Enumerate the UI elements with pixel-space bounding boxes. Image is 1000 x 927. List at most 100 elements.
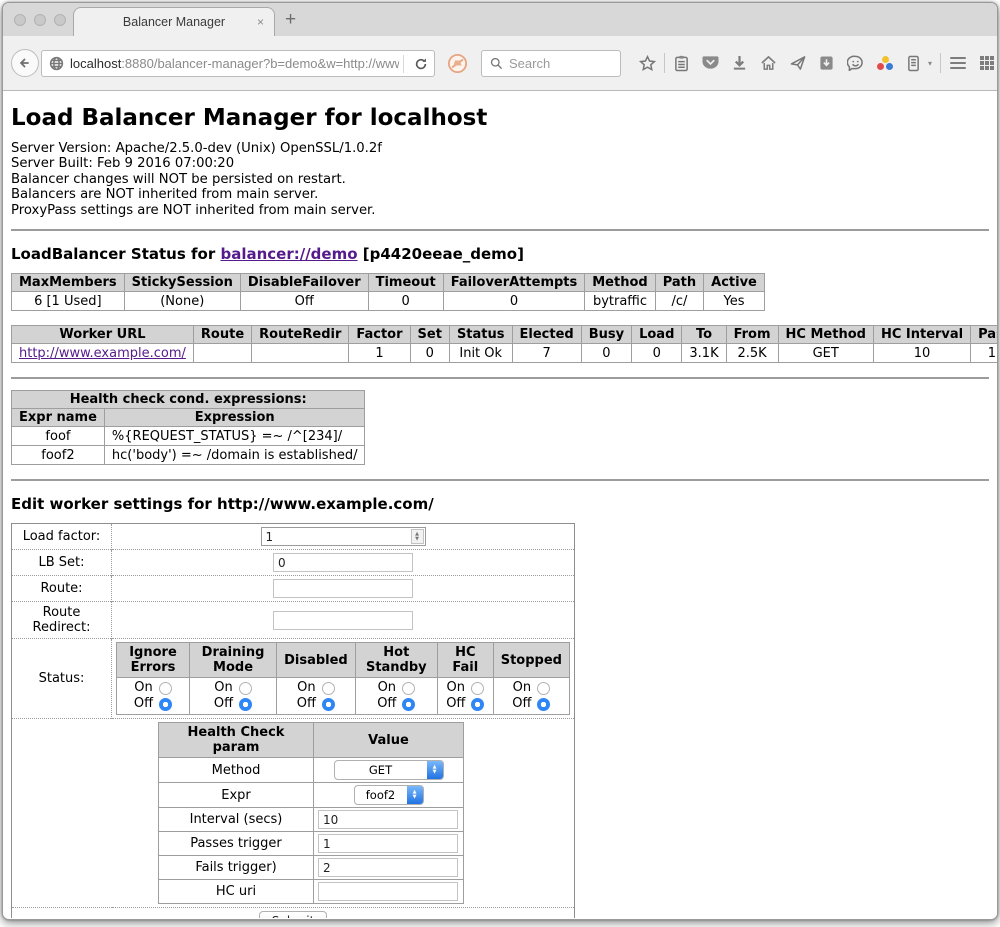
draining-mode-off-radio[interactable] <box>239 698 252 711</box>
page-content: Load Balancer Manager for localhost Serv… <box>3 91 997 918</box>
minimize-window-button[interactable] <box>34 14 46 26</box>
stopped-off-radio[interactable] <box>537 698 550 711</box>
column-header: Method <box>585 274 655 292</box>
disabled-on-radio[interactable] <box>322 682 335 695</box>
status-column-header: Ignore Errors <box>117 643 190 678</box>
feedback-smiley-icon[interactable] <box>841 55 870 71</box>
window-controls[interactable] <box>14 14 66 26</box>
form-label: Load factor: <box>12 524 112 550</box>
hc-fail-off-radio[interactable] <box>471 698 484 711</box>
hc-column-header: Health Check param <box>159 723 314 758</box>
bookmark-star-icon[interactable] <box>633 55 662 72</box>
sidebar-clipboard-icon[interactable] <box>899 55 928 72</box>
status-radio-cell: OnOff <box>493 678 569 715</box>
table-row: http://www.example.com/10Init Ok7003.1K2… <box>12 344 998 363</box>
table-cell: 0 <box>410 344 449 363</box>
edit-worker-form: Load factor:▲▼LB Set:Route:Route Redirec… <box>11 523 575 918</box>
balancer-demo-link[interactable]: balancer://demo <box>220 245 357 263</box>
toolbar-divider <box>664 53 665 73</box>
number-stepper[interactable]: ▲▼ <box>261 527 426 546</box>
status-cell: Ignore ErrorsDraining ModeDisabledHot St… <box>112 639 575 719</box>
reload-button[interactable] <box>408 57 434 71</box>
new-tab-button[interactable]: + <box>285 9 296 31</box>
radio-label: Off <box>214 696 233 712</box>
submit-button[interactable]: Submit <box>259 911 328 918</box>
back-button[interactable] <box>11 49 39 77</box>
selected-value: GET <box>335 761 427 779</box>
hc-column-header: Value <box>314 723 464 758</box>
save-panel-icon[interactable] <box>812 55 841 71</box>
radio-label: Off <box>134 696 153 712</box>
downloads-icon[interactable] <box>725 55 754 71</box>
apps-grid-icon[interactable] <box>972 56 998 70</box>
column-header: Factor <box>349 326 410 344</box>
route-redirect-input[interactable] <box>273 611 413 630</box>
hc-uri-input[interactable] <box>318 882 458 901</box>
reading-list-icon[interactable] <box>667 55 696 72</box>
disabled-off-radio[interactable] <box>322 698 335 711</box>
content-blocked-icon[interactable] <box>447 53 468 79</box>
table-cell: 0 <box>632 344 682 363</box>
method-select[interactable]: GET▲▼ <box>334 760 444 780</box>
reload-icon <box>414 57 428 71</box>
url-bar[interactable]: localhost:8880/balancer-manager?b=demo&w… <box>41 50 435 77</box>
pocket-icon[interactable] <box>696 55 725 71</box>
column-header: HC Interval <box>873 326 970 344</box>
radio-label: On <box>513 680 531 696</box>
table-cell: (None) <box>124 292 240 311</box>
persist-notice-line: Balancer changes will NOT be persisted o… <box>11 172 989 187</box>
fails-trigger--input[interactable] <box>318 858 458 877</box>
route-input[interactable] <box>273 579 413 598</box>
status-radio-cell: OnOff <box>277 678 356 715</box>
column-header: Expression <box>104 409 365 427</box>
hc-param-label: Method <box>159 758 314 783</box>
stopped-on-radio[interactable] <box>537 682 550 695</box>
search-bar[interactable]: Search <box>481 50 621 77</box>
load-factor-input[interactable] <box>261 527 426 546</box>
ignore-errors-on-radio[interactable] <box>159 682 172 695</box>
hc-param-entry: Passes trigger <box>159 832 464 856</box>
hc-param-label: HC uri <box>159 880 314 904</box>
navigation-toolbar: localhost:8880/balancer-manager?b=demo&w… <box>3 36 997 91</box>
table-cell: foof2 <box>12 446 105 465</box>
zoom-window-button[interactable] <box>54 14 66 26</box>
health-check-param-table: Health Check paramValueMethodGET▲▼Exprfo… <box>158 722 464 904</box>
form-label: Route Redirect: <box>12 602 112 639</box>
url-domain: localhost <box>70 56 121 71</box>
radio-label: Off <box>297 696 316 712</box>
column-header: Passes <box>971 326 997 344</box>
tab-close-icon[interactable]: × <box>257 15 264 29</box>
close-window-button[interactable] <box>14 14 26 26</box>
status-radio-cell: OnOff <box>189 678 276 715</box>
hot-standby-on-radio[interactable] <box>402 682 415 695</box>
status-radio-row: OnOffOnOffOnOffOnOffOnOffOnOff <box>117 678 570 715</box>
draining-mode-on-radio[interactable] <box>239 682 252 695</box>
lb-set-input[interactable] <box>273 553 413 572</box>
column-header: Active <box>704 274 765 292</box>
column-header: Worker URL <box>12 326 194 344</box>
chevron-down-icon[interactable]: ▾ <box>928 59 938 68</box>
home-icon[interactable] <box>754 55 783 71</box>
passes-trigger-input[interactable] <box>318 834 458 853</box>
hc-param-entry: Fails trigger) <box>159 856 464 880</box>
stepper-arrows-icon[interactable]: ▲▼ <box>411 529 424 544</box>
hc-fail-on-radio[interactable] <box>471 682 484 695</box>
worker-url-link[interactable]: http://www.example.com/ <box>19 346 186 361</box>
toolbar-divider <box>940 53 941 73</box>
form-row: Load factor: ▲▼ <box>12 524 575 550</box>
column-header: StickySession <box>124 274 240 292</box>
colors-icon[interactable] <box>870 56 899 70</box>
url-path: :8880/balancer-manager?b=demo&w=http://w… <box>121 56 399 71</box>
table-cell <box>252 344 349 363</box>
url-text[interactable]: localhost:8880/balancer-manager?b=demo&w… <box>70 56 399 71</box>
expr-select[interactable]: foof2▲▼ <box>354 785 424 805</box>
tab-balancer-manager[interactable]: Balancer Manager × <box>73 7 275 36</box>
status-column-header: Hot Standby <box>355 643 437 678</box>
hot-standby-off-radio[interactable] <box>402 698 415 711</box>
ignore-errors-off-radio[interactable] <box>159 698 172 711</box>
table-cell: Init Ok <box>449 344 512 363</box>
send-icon[interactable] <box>783 55 812 71</box>
radio-label: On <box>378 680 396 696</box>
interval-secs--input[interactable] <box>318 810 458 829</box>
menu-icon[interactable] <box>943 57 972 69</box>
